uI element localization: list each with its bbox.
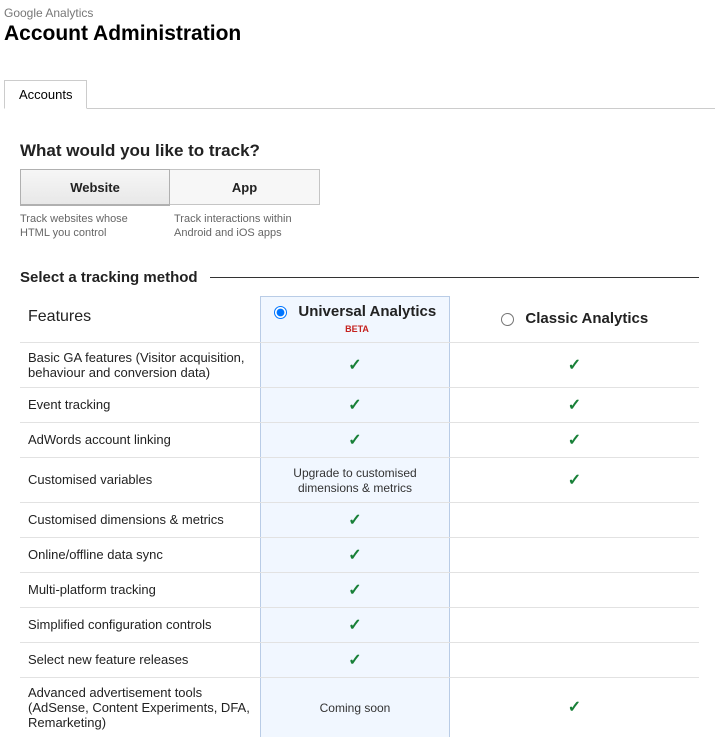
radio-classic[interactable] <box>501 313 514 326</box>
check-icon: ✓ <box>568 432 581 449</box>
feature-customvar: Customised variables <box>20 457 260 502</box>
product-name: Google Analytics <box>4 6 715 20</box>
feature-adwords: AdWords account linking <box>20 422 260 457</box>
feature-dims: Customised dimensions & metrics <box>20 502 260 537</box>
feature-multi: Multi-platform tracking <box>20 572 260 607</box>
check-icon: ✓ <box>348 617 361 634</box>
tab-accounts[interactable]: Accounts <box>4 80 87 109</box>
classic-analytics-option[interactable]: Classic Analytics <box>450 296 699 343</box>
track-question: What would you like to track? <box>20 141 699 161</box>
check-icon: ✓ <box>568 699 581 716</box>
segment-app-desc: Track interactions within Android and iO… <box>170 212 320 241</box>
segment-website[interactable]: Website <box>20 169 170 206</box>
page-title: Account Administration <box>4 22 715 46</box>
feature-event: Event tracking <box>20 387 260 422</box>
check-icon: ✓ <box>348 652 361 669</box>
check-icon: ✓ <box>348 547 361 564</box>
check-icon: ✓ <box>568 357 581 374</box>
customvar-note: Upgrade to customised dimensions & metri… <box>293 466 416 495</box>
check-icon: ✓ <box>348 432 361 449</box>
check-icon: ✓ <box>568 472 581 489</box>
method-title: Select a tracking method <box>20 269 198 286</box>
ads-coming-soon: Coming soon <box>320 701 391 715</box>
radio-universal[interactable] <box>274 306 287 319</box>
segment-app[interactable]: App <box>170 169 320 205</box>
feature-basic: Basic GA features (Visitor acquisition, … <box>20 342 260 387</box>
check-icon: ✓ <box>348 397 361 414</box>
feature-ads: Advanced advertisement tools (AdSense, C… <box>20 677 260 737</box>
universal-label: Universal Analytics <box>298 303 436 320</box>
features-header: Features <box>20 296 260 343</box>
check-icon: ✓ <box>568 397 581 414</box>
feature-sync: Online/offline data sync <box>20 537 260 572</box>
segment-website-desc: Track websites whose HTML you control <box>20 212 170 241</box>
divider-line <box>210 277 699 278</box>
feature-simp: Simplified configuration controls <box>20 607 260 642</box>
feature-newf: Select new feature releases <box>20 642 260 677</box>
universal-analytics-option[interactable]: Universal Analytics BETA <box>260 296 450 343</box>
classic-label: Classic Analytics <box>525 310 648 327</box>
check-icon: ✓ <box>348 357 361 374</box>
beta-badge: BETA <box>345 324 369 334</box>
check-icon: ✓ <box>348 512 361 529</box>
check-icon: ✓ <box>348 582 361 599</box>
